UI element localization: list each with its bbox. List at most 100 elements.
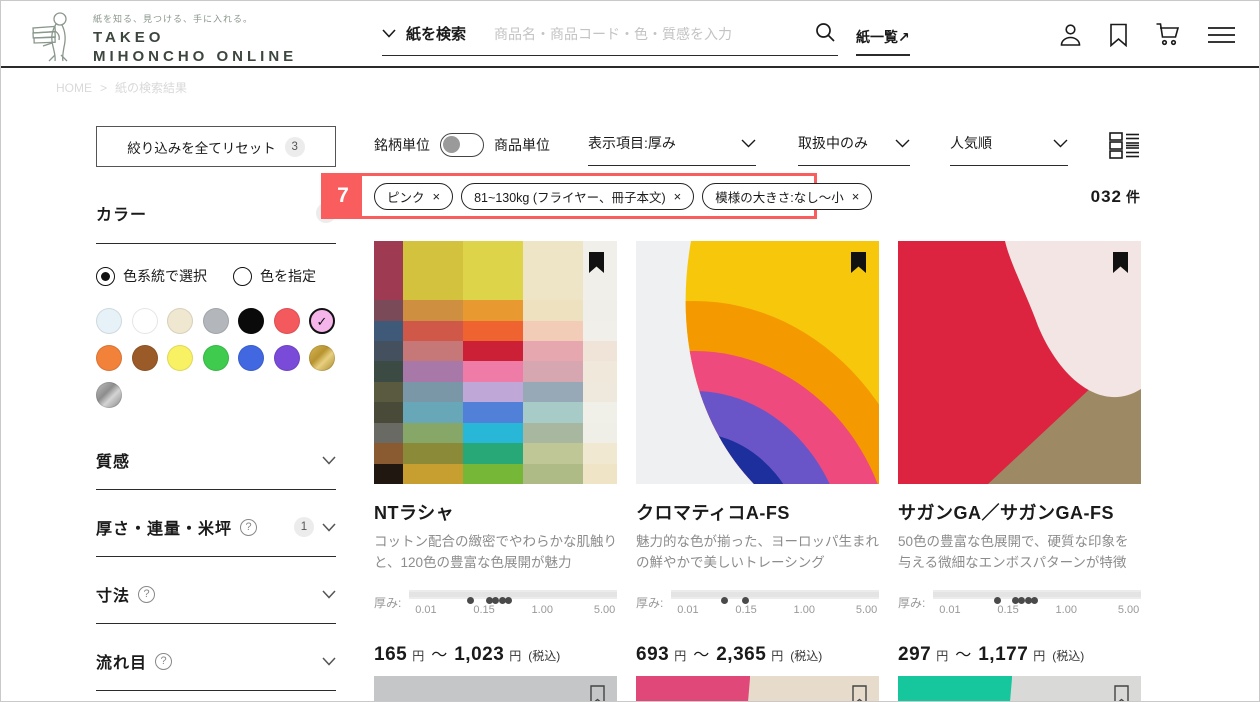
paper-list-link[interactable]: 紙一覧↗ (856, 27, 910, 56)
header-icons (1059, 22, 1235, 47)
swatch-white[interactable] (131, 308, 158, 334)
swatch-purple[interactable] (273, 345, 300, 371)
bookmark-outline-icon[interactable] (590, 685, 605, 701)
close-icon[interactable]: × (674, 189, 682, 204)
close-icon[interactable]: × (433, 189, 441, 204)
reset-filters-button[interactable]: 絞り込みを全てリセット 3 (96, 126, 336, 167)
header: 紙を知る、見つける、手に入れる。 TAKEO MIHONCHO ONLINE 紙… (1, 1, 1259, 68)
breadcrumb-home-link[interactable]: HOME (56, 81, 92, 95)
bookmark-filled-icon[interactable] (850, 251, 867, 274)
section-texture[interactable]: 質感 (96, 448, 336, 490)
swatch-cream[interactable] (167, 308, 193, 334)
swatch-blue[interactable] (238, 345, 264, 371)
slider-tick: 0.15 (473, 604, 495, 616)
swatch-gray[interactable] (202, 308, 229, 334)
product-card-partial[interactable] (374, 676, 617, 701)
section-dimensions[interactable]: 寸法 ? (96, 582, 336, 624)
yen-label: 円 (771, 649, 784, 663)
close-icon[interactable]: × (852, 189, 860, 204)
product-image[interactable] (898, 241, 1141, 484)
bookmark-icon[interactable] (1109, 23, 1128, 47)
paper-color-grid (374, 241, 617, 484)
slider-tick: 5.00 (593, 604, 616, 616)
view-mode-icon[interactable] (1109, 132, 1139, 159)
product-image[interactable] (636, 241, 879, 484)
section-grain-label: 流れ目 (96, 655, 148, 672)
slider-tick: 0.01 (939, 604, 961, 616)
menu-icon[interactable] (1208, 25, 1235, 45)
paper-swatch-cell (582, 402, 617, 423)
swatch-yellow[interactable] (167, 345, 193, 371)
slider-track (671, 590, 879, 604)
slider-tick: 1.00 (793, 604, 815, 616)
paper-swatch-cell (462, 422, 523, 444)
swatch-silver[interactable] (96, 382, 122, 408)
paper-swatch-cell (374, 402, 403, 423)
thickness-dot (1030, 597, 1038, 604)
search-input[interactable] (494, 25, 812, 42)
display-item-dropdown[interactable]: 表示項目:厚み (588, 133, 756, 166)
thickness-row: 厚み: 0.01 0.15 1.00 5.00 (636, 587, 879, 617)
swatch-black[interactable] (238, 308, 264, 334)
paper-swatch-cell (462, 361, 523, 382)
paper-swatch-cell (374, 463, 403, 484)
help-icon[interactable]: ? (155, 652, 173, 670)
swatch-green[interactable] (202, 345, 229, 371)
paper-image (374, 676, 617, 701)
swatch-pale-blue[interactable] (96, 308, 122, 334)
swatch-brown[interactable] (131, 345, 158, 371)
slider-tick: 0.15 (735, 604, 757, 616)
paper-swatch-cell (582, 361, 617, 382)
paper-swatch-cell (374, 422, 403, 444)
unit-toggle[interactable] (440, 133, 484, 157)
slider-tick: 5.00 (855, 604, 878, 616)
paper-image-left (898, 676, 1013, 701)
yen-label: 円 (674, 649, 687, 663)
unit-toggle-group: 銘柄単位 商品単位 (374, 133, 550, 157)
product-title[interactable]: NTラシャ (374, 499, 617, 525)
cart-icon[interactable] (1155, 22, 1181, 47)
toggle-knob (443, 136, 460, 153)
toggle-right-label: 商品単位 (494, 137, 550, 153)
paper-swatch-cell (462, 341, 523, 362)
product-description: 魅力的な色が揃った、ヨーロッパ生まれの鮮やかで美しいトレーシング (636, 534, 879, 570)
swatch-red[interactable] (273, 308, 300, 334)
bookmark-outline-icon[interactable] (852, 685, 867, 701)
help-icon[interactable]: ? (138, 585, 156, 603)
filter-tag-pattern[interactable]: 模様の大きさ:なし〜小 × (702, 182, 873, 210)
product-description: コットン配合の緻密でやわらかな肌触りと、120色の豊富な色展開が魅力 (374, 534, 617, 570)
annotation-number: 7 (324, 176, 362, 216)
paper-swatch-cell (402, 463, 463, 484)
section-thickness[interactable]: 厚さ・連量・米坪 ? 1 (96, 515, 336, 557)
radio-color-specify[interactable]: 色を指定 (233, 266, 316, 286)
chevron-down-icon[interactable] (382, 29, 396, 38)
site-logo[interactable]: 紙を知る、見つける、手に入れる。 TAKEO MIHONCHO ONLINE (29, 9, 297, 67)
bookmark-filled-icon[interactable] (588, 251, 605, 274)
price-max: 1,023 (454, 644, 505, 665)
product-image[interactable] (374, 241, 617, 484)
chevron-down-icon (322, 455, 336, 465)
swatch-orange[interactable] (96, 345, 122, 371)
price-range: 165 円 〜 1,023 円 (税込) (374, 641, 617, 666)
product-card-partial[interactable] (898, 676, 1141, 701)
product-card-partial[interactable] (636, 676, 879, 701)
filter-tag-weight[interactable]: 81~130kg (フライヤー、冊子本文) × (461, 182, 695, 210)
sort-dropdown[interactable]: 人気順 (950, 133, 1068, 166)
slider-tick: 5.00 (1117, 604, 1140, 616)
swatch-gold[interactable] (309, 345, 335, 371)
product-title[interactable]: クロマティコA-FS (636, 499, 879, 525)
slider-tick: 1.00 (1055, 604, 1077, 616)
bookmark-filled-icon[interactable] (1112, 251, 1129, 274)
search-icon[interactable] (812, 21, 838, 46)
swatch-pink-selected[interactable]: ✓ (309, 308, 335, 334)
paper-swatch-cell (522, 381, 583, 403)
stock-filter-dropdown[interactable]: 取扱中のみ (798, 133, 910, 166)
product-title[interactable]: サガンGA／サガンGA-FS (898, 499, 1141, 525)
filter-sidebar: 絞り込みを全てリセット 3 カラー 1 色系統で選択 色を指定 (96, 126, 336, 701)
radio-color-family[interactable]: 色系統で選択 (96, 266, 207, 286)
filter-tag-pink[interactable]: ピンク × (374, 182, 454, 210)
bookmark-outline-icon[interactable] (1114, 685, 1129, 701)
account-icon[interactable] (1059, 23, 1082, 47)
help-icon[interactable]: ? (240, 518, 258, 536)
section-grain[interactable]: 流れ目 ? (96, 649, 336, 691)
